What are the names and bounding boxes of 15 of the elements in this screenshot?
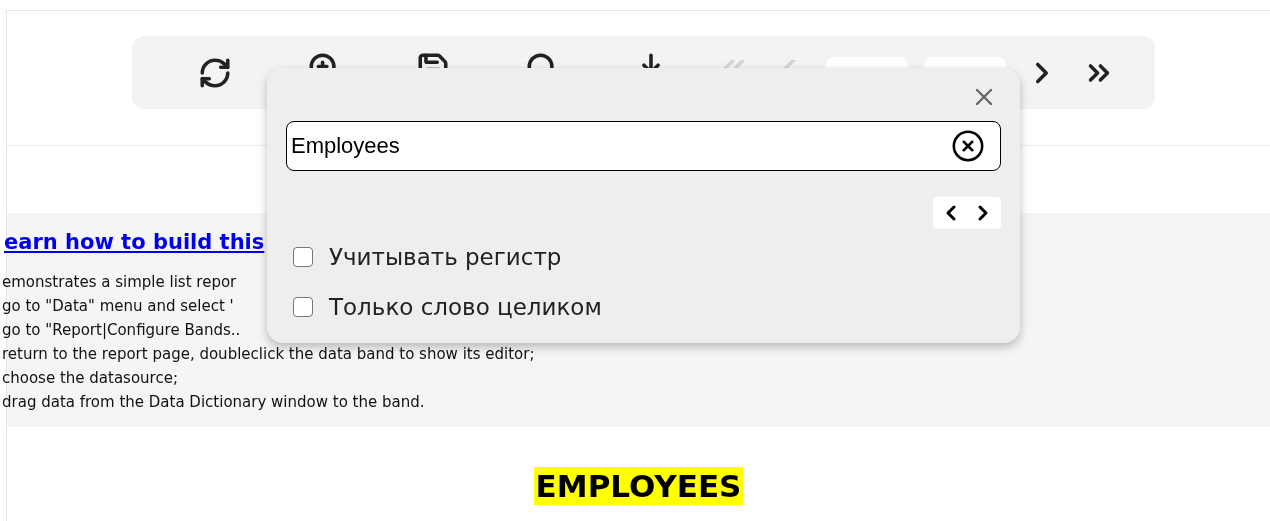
search-field[interactable]: Employees	[286, 121, 1001, 171]
option-label: Только слово целиком	[329, 293, 602, 321]
learn-link[interactable]: earn how to build this	[4, 228, 265, 256]
report-title: EMPLOYEES	[533, 467, 744, 505]
description-line: emonstrates a simple list repor	[2, 272, 237, 293]
save-icon	[415, 51, 450, 69]
description-line: go to "Data" menu and select '	[2, 296, 234, 317]
checkbox[interactable]	[293, 247, 313, 267]
description-line: drag data from the Data Dictionary window to the band.	[2, 392, 425, 413]
description-line: choose the datasource;	[2, 368, 178, 389]
clear-icon[interactable]	[951, 129, 985, 163]
checkbox[interactable]	[293, 297, 313, 317]
description-line: go to "Report|Configure Bands..	[2, 320, 241, 341]
option-label: Учитывать регистр	[329, 243, 562, 271]
description-line: return to the report page, doubleclick the data band to show its editor;	[2, 344, 535, 365]
